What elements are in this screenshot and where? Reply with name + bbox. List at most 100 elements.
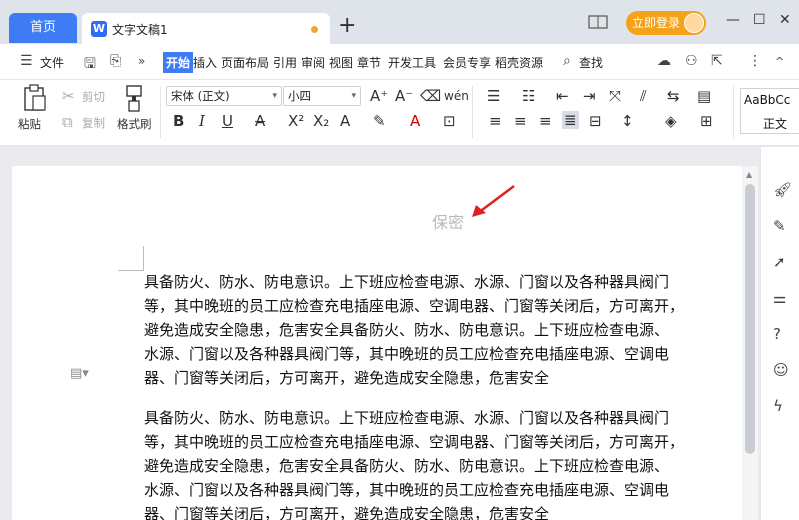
clear-format-icon[interactable]: ⌫ [420, 88, 441, 104]
title-bar: 首页 W 文字文稿1 + 立即登录 — ☐ ✕ [0, 0, 799, 44]
close-icon[interactable]: ✕ [779, 12, 791, 28]
rocket-icon[interactable]: 🚀︎ [773, 181, 792, 199]
align-left-icon[interactable]: ≡ [489, 113, 502, 129]
scroll-thumb[interactable] [745, 184, 755, 454]
vertical-scrollbar[interactable]: ▲ [742, 166, 758, 520]
chevron-down-icon: ▾ [351, 91, 356, 101]
subscript-icon[interactable]: X₂ [313, 113, 329, 129]
menu-view[interactable]: 视图 [329, 54, 353, 71]
maximize-icon[interactable]: ☐ [753, 12, 766, 28]
align-right-icon[interactable]: ≡ [539, 113, 552, 129]
paste-button[interactable]: 粘贴 [18, 116, 41, 132]
border-icon[interactable]: ⊞ [700, 113, 713, 129]
menu-insert[interactable]: 插入 [193, 54, 217, 71]
line-spacing-icon[interactable]: ↕ [621, 113, 634, 129]
highlight-icon[interactable]: ✎ [373, 113, 386, 129]
paragraph-line: 避免造成安全隐患，危害安全具备防火、防水、防电意识。上下班应检查电源、 [144, 321, 670, 339]
format-painter-button[interactable]: 格式刷 [117, 116, 152, 132]
text-effect-icon[interactable]: A [340, 113, 350, 129]
justify-icon[interactable]: ≣ [562, 111, 579, 129]
menu-chapter[interactable]: 章节 [357, 54, 381, 71]
dual-page-icon[interactable] [588, 14, 608, 34]
collapse-ribbon-icon[interactable]: ^ [775, 55, 784, 68]
tab-home[interactable]: 首页 [9, 13, 77, 43]
menu-page-layout[interactable]: 页面布局 [221, 54, 269, 71]
table-grid-icon[interactable]: ▤ [697, 88, 711, 104]
search-icon: ⌕ [563, 53, 571, 69]
menu-file[interactable]: 文件 [40, 54, 64, 71]
collaborate-icon[interactable]: ⚇ [685, 53, 698, 69]
distribute-icon[interactable]: ⊟ [589, 113, 602, 129]
share-icon[interactable]: ⇱ [711, 53, 723, 69]
menu-member[interactable]: 会员专享 [443, 54, 491, 71]
char-border-icon[interactable]: ⊡ [443, 113, 456, 129]
increase-indent-icon[interactable]: ⇥ [583, 88, 596, 104]
scroll-up-icon[interactable]: ▲ [746, 170, 752, 179]
menu-developer[interactable]: 开发工具 [388, 54, 436, 71]
paragraph-2[interactable]: 具备防火、防水、防电意识。上下班应检查电源、水源、门窗以及各种器具阀门 等，其中… [144, 406, 756, 520]
strikethrough-icon[interactable]: A [255, 113, 265, 129]
page-header-text[interactable]: 保密 [432, 209, 464, 233]
bold-icon[interactable]: B [173, 113, 184, 129]
paragraph-1[interactable]: 具备防火、防水、防电意识。上下班应检查电源、水源、门窗以及各种器具阀门 等，其中… [144, 270, 756, 390]
font-name-value: 宋体 (正文) [171, 89, 230, 103]
phonetic-icon[interactable]: wén [444, 88, 469, 104]
paragraph-line: 等，其中晚班的员工应检查充电插座电源、空调电器、门窗等关闭后，方可离开， [144, 433, 685, 451]
text-direction-icon[interactable]: ⫽ [640, 88, 647, 104]
new-tab-button[interactable]: + [338, 14, 356, 38]
save-icon[interactable]: 🖫 [84, 53, 96, 77]
more-chevron-icon[interactable]: » [138, 54, 145, 68]
login-button[interactable]: 立即登录 [626, 11, 706, 35]
increase-font-icon[interactable]: A⁺ [370, 88, 388, 104]
menu-reference[interactable]: 引用 [273, 54, 297, 71]
decrease-indent-icon[interactable]: ⇤ [556, 88, 569, 104]
chinese-layout-icon[interactable]: ⤧ [609, 88, 621, 104]
export-icon[interactable]: ⎘ [110, 53, 121, 69]
more-icon[interactable]: ⋮ [748, 53, 762, 69]
help-icon[interactable]: ? [773, 325, 781, 343]
style-normal[interactable]: AaBbCc 正文 [740, 88, 799, 134]
paragraph-line: 器、门窗等关闭后，方可离开，避免造成安全隐患，危害安全 [144, 369, 550, 387]
cursor-icon[interactable]: ➚ [773, 253, 786, 271]
chevron-down-icon: ▾ [272, 91, 277, 101]
adjust-icon[interactable]: ⚌ [773, 289, 786, 307]
style-normal-preview: AaBbCc [744, 93, 791, 107]
ribbon-toolbar: 粘贴 ✂ 剪切 ⧉ 复制 格式刷 宋体 (正文) ▾ 小四 ▾ A⁺ A⁻ ⌫ … [0, 80, 799, 146]
copy-button[interactable]: 复制 [82, 115, 105, 131]
hamburger-icon[interactable]: ☰ [20, 53, 33, 69]
paragraph-menu-icon[interactable]: ▤▾ [70, 366, 89, 381]
underline-icon[interactable]: U [222, 113, 233, 129]
lightning-icon[interactable]: ϟ [773, 397, 783, 415]
minimize-icon[interactable]: — [726, 12, 740, 28]
align-center-icon[interactable]: ≡ [514, 113, 527, 129]
divider [160, 86, 161, 138]
italic-icon[interactable]: I [199, 113, 205, 129]
menu-start[interactable]: 开始 [163, 52, 194, 73]
show-marks-icon[interactable]: ⇆ [667, 88, 680, 104]
tab-document[interactable]: W 文字文稿1 [82, 13, 330, 44]
bullet-list-icon[interactable]: ☰ [487, 88, 500, 104]
format-painter-icon[interactable] [124, 84, 144, 115]
paste-icon[interactable] [22, 84, 48, 115]
menu-docer[interactable]: 稻壳资源 [495, 54, 543, 71]
writer-doc-icon: W [91, 21, 107, 37]
font-size-select[interactable]: 小四 ▾ [283, 86, 361, 106]
paragraph-line: 具备防火、防水、防电意识。上下班应检查电源、水源、门窗以及各种器具阀门 [144, 409, 670, 427]
paragraph-line: 水源、门窗以及各种器具阀门等，其中晚班的员工应检查充电插座电源、空调电 [144, 345, 670, 363]
search-button[interactable]: 查找 [579, 54, 603, 71]
superscript-icon[interactable]: X² [288, 113, 304, 129]
decrease-font-icon[interactable]: A⁻ [395, 88, 413, 104]
cloud-sync-icon[interactable]: ☁ [657, 53, 671, 69]
shading-icon[interactable]: ◈ [665, 113, 677, 129]
font-color-icon[interactable]: A [410, 113, 420, 129]
numbered-list-icon[interactable]: ☷ [522, 88, 535, 104]
copy-icon: ⧉ [62, 113, 73, 131]
right-sidebar: 🚀︎ ✎ ➚ ⚌ ? ☺ ϟ [760, 147, 799, 520]
pen-icon[interactable]: ✎ [773, 217, 786, 235]
menu-bar: ☰ 文件 🖫 ⎘ » 开始 插入 页面布局 引用 审阅 视图 章节 开发工具 会… [0, 44, 799, 80]
menu-review[interactable]: 审阅 [301, 54, 325, 71]
font-name-select[interactable]: 宋体 (正文) ▾ [166, 86, 282, 106]
margin-corner-marker [118, 246, 144, 271]
robot-icon[interactable]: ☺ [773, 361, 789, 379]
cut-button[interactable]: 剪切 [82, 89, 105, 105]
